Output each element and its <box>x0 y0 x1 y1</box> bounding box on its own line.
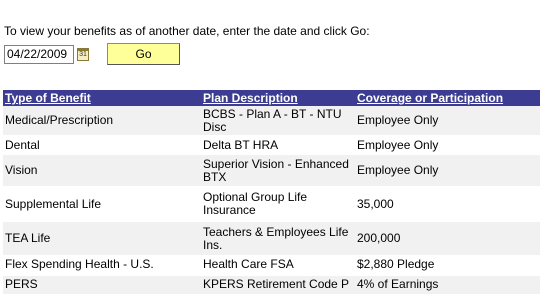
table-row: Dental Delta BT HRA Employee Only <box>3 135 540 155</box>
instructions-text: To view your benefits as of another date… <box>4 24 370 38</box>
column-header-coverage[interactable]: Coverage or Participation <box>355 90 540 106</box>
benefit-type-cell: Vision <box>3 155 201 186</box>
benefits-table: Type of Benefit Plan Description Coverag… <box>3 90 540 294</box>
coverage-cell: Employee Only <box>355 135 540 155</box>
column-header-type-of-benefit[interactable]: Type of Benefit <box>3 90 201 106</box>
go-button[interactable]: Go <box>107 43 180 65</box>
coverage-cell: 200,000 <box>355 222 540 255</box>
table-row: Medical/Prescription BCBS - Plan A - BT … <box>3 106 540 135</box>
benefit-type-cell: Medical/Prescription <box>3 106 201 135</box>
calendar-icon[interactable]: 31 <box>77 47 89 61</box>
coverage-cell: Employee Only <box>355 155 540 186</box>
plan-description-cell: Health Care FSA <box>201 255 355 275</box>
table-row: Flex Spending Health - U.S. Health Care … <box>3 255 540 275</box>
coverage-cell: Employee Only <box>355 106 540 135</box>
benefit-type-cell: Supplemental Life <box>3 186 201 222</box>
plan-description-cell: Optional Group Life Insurance <box>201 186 355 222</box>
as-of-date-input[interactable] <box>4 44 74 64</box>
table-row: PERS KPERS Retirement Code P 4% of Earni… <box>3 274 540 294</box>
benefit-type-cell: TEA Life <box>3 222 201 255</box>
table-row: Vision Superior Vision - Enhanced BTX Em… <box>3 155 540 186</box>
plan-description-cell: Delta BT HRA <box>201 135 355 155</box>
coverage-cell: 35,000 <box>355 186 540 222</box>
plan-description-cell: Superior Vision - Enhanced BTX <box>201 155 355 186</box>
table-row: TEA Life Teachers & Employees Life Ins. … <box>3 222 540 255</box>
benefit-type-cell: Flex Spending Health - U.S. <box>3 255 201 275</box>
plan-description-cell: KPERS Retirement Code P <box>201 274 355 294</box>
benefit-type-cell: Dental <box>3 135 201 155</box>
plan-description-text: KPERS Retirement Code P <box>203 278 350 292</box>
benefit-type-cell: PERS <box>3 274 201 294</box>
coverage-cell: $2,880 Pledge <box>355 255 540 275</box>
plan-description-cell: Teachers & Employees Life Ins. <box>201 222 355 255</box>
column-header-plan-description[interactable]: Plan Description <box>201 90 355 106</box>
coverage-cell: 4% of Earnings <box>355 274 540 294</box>
table-row: Supplemental Life Optional Group Life In… <box>3 186 540 222</box>
plan-description-cell: BCBS - Plan A - BT - NTU Disc <box>201 106 355 135</box>
date-selector: 31 Go <box>4 43 180 65</box>
table-header-row: Type of Benefit Plan Description Coverag… <box>3 90 540 106</box>
